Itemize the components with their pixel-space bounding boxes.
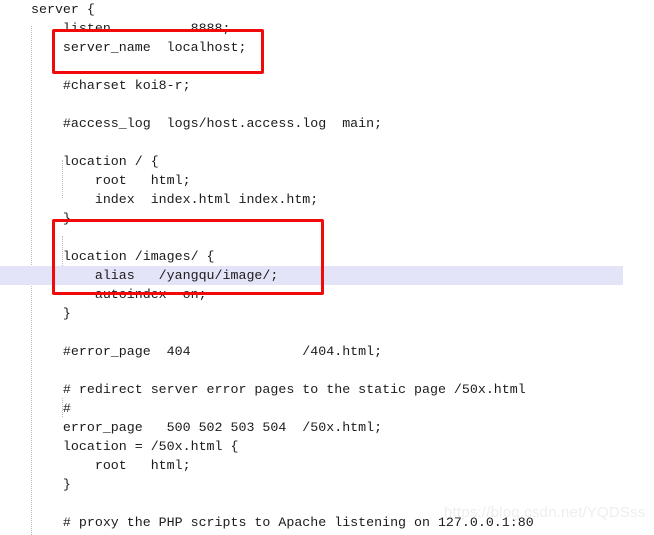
code-line[interactable]: #charset koi8-r; bbox=[0, 76, 654, 95]
code-text: error_page 500 502 503 504 /50x.html; bbox=[31, 420, 383, 435]
code-line[interactable]: #error_page 404 /404.html; bbox=[0, 342, 654, 361]
code-line[interactable] bbox=[0, 361, 654, 380]
code-line[interactable]: server_name localhost; bbox=[0, 38, 654, 57]
code-line[interactable]: # redirect server error pages to the sta… bbox=[0, 380, 654, 399]
code-line[interactable]: alias /yangqu/image/; bbox=[0, 266, 623, 285]
code-text: location = /50x.html { bbox=[31, 439, 239, 454]
code-text: index index.html index.htm; bbox=[31, 192, 319, 207]
code-editor-content[interactable]: server { listen 8888; server_name localh… bbox=[0, 0, 654, 535]
code-text: # redirect server error pages to the sta… bbox=[31, 382, 526, 397]
code-text: #access_log logs/host.access.log main; bbox=[31, 116, 383, 131]
code-line[interactable]: location = /50x.html { bbox=[0, 437, 654, 456]
code-text: server_name localhost; bbox=[31, 40, 247, 55]
code-line[interactable]: root html; bbox=[0, 171, 654, 190]
code-text: server { bbox=[31, 2, 95, 17]
code-text: listen 8888; bbox=[31, 21, 231, 36]
code-text: #error_page 404 /404.html; bbox=[31, 344, 383, 359]
code-text: alias /yangqu/image/; bbox=[31, 268, 279, 283]
code-text: # bbox=[31, 401, 71, 416]
code-line[interactable]: server { bbox=[0, 0, 654, 19]
watermark-text: https://blog.csdn.net/YQDSss bbox=[444, 504, 646, 521]
code-text: } bbox=[31, 211, 71, 226]
code-line[interactable]: #access_log logs/host.access.log main; bbox=[0, 114, 654, 133]
code-line[interactable] bbox=[0, 133, 654, 152]
code-line[interactable]: # bbox=[0, 399, 654, 418]
code-text: } bbox=[31, 477, 71, 492]
code-line[interactable]: location / { bbox=[0, 152, 654, 171]
code-line[interactable]: listen 8888; bbox=[0, 19, 654, 38]
code-line[interactable]: location /images/ { bbox=[0, 247, 654, 266]
code-line[interactable] bbox=[0, 95, 654, 114]
code-line[interactable]: index index.html index.htm; bbox=[0, 190, 654, 209]
code-text: autoindex on; bbox=[31, 287, 207, 302]
code-text: root html; bbox=[31, 458, 191, 473]
code-line[interactable]: } bbox=[0, 304, 654, 323]
code-text: location / { bbox=[31, 154, 159, 169]
code-screenshot: server { listen 8888; server_name localh… bbox=[0, 0, 654, 535]
code-line[interactable]: root html; bbox=[0, 456, 654, 475]
code-text: root html; bbox=[31, 173, 191, 188]
code-line[interactable] bbox=[0, 228, 654, 247]
code-line[interactable]: error_page 500 502 503 504 /50x.html; bbox=[0, 418, 654, 437]
code-line[interactable] bbox=[0, 57, 654, 76]
code-line[interactable]: } bbox=[0, 209, 654, 228]
code-line[interactable] bbox=[0, 323, 654, 342]
code-line[interactable]: autoindex on; bbox=[0, 285, 654, 304]
code-text: location /images/ { bbox=[31, 249, 215, 264]
code-text: } bbox=[31, 306, 71, 321]
code-line[interactable]: } bbox=[0, 475, 654, 494]
code-text: #charset koi8-r; bbox=[31, 78, 191, 93]
